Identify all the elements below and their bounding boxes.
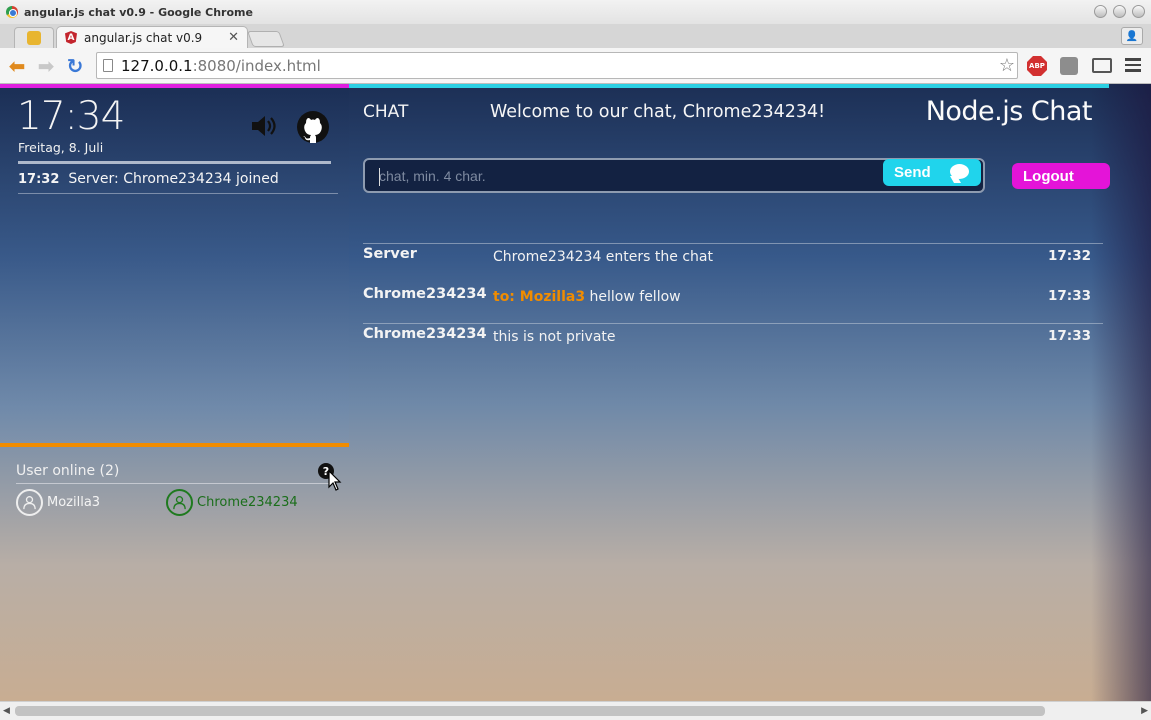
welcome-message: Welcome to our chat, Chrome234234! xyxy=(490,102,826,122)
chrome-logo-icon xyxy=(6,6,18,18)
system-message: 17:32 Server: Chrome234234 joined xyxy=(18,171,338,187)
logout-button-label: Logout xyxy=(1023,167,1074,185)
chat-section-label: CHAT xyxy=(363,102,409,122)
bookmark-star-icon[interactable]: ☆ xyxy=(999,55,1015,76)
scroll-right-icon[interactable]: ▶ xyxy=(1141,706,1148,716)
address-bar[interactable]: 127.0.0.1:8080/index.html ☆ xyxy=(96,52,1018,79)
page-icon xyxy=(103,59,113,72)
message-body: Chrome234234 enters the chat xyxy=(493,249,713,265)
scroll-left-icon[interactable]: ◀ xyxy=(3,706,10,716)
sound-icon[interactable] xyxy=(250,114,278,138)
brand-title: Node.js Chat xyxy=(925,96,1093,127)
users-online-panel: User online (2) ? Mozilla3 Chrome234234 xyxy=(16,463,341,516)
sidebar-accent-line xyxy=(0,84,349,88)
scrollbar-thumb[interactable] xyxy=(15,706,1045,716)
message-row: Server Chrome234234 enters the chat 17:3… xyxy=(363,243,1103,283)
message-text: to: Mozilla3 hellow fellow xyxy=(493,289,681,305)
system-message-text: Server: Chrome234234 joined xyxy=(68,171,279,187)
angular-favicon-icon: A xyxy=(65,31,77,44)
user-item-self[interactable]: Chrome234234 xyxy=(166,489,298,516)
cast-icon[interactable] xyxy=(1092,58,1112,73)
tab-active[interactable]: A angular.js chat v0.9 ✕ xyxy=(56,26,248,48)
message-time: 17:32 xyxy=(1048,248,1091,264)
back-arrow-icon[interactable]: ⬅ xyxy=(6,54,28,78)
reload-icon[interactable]: ↻ xyxy=(64,54,86,78)
sidebar-divider xyxy=(18,161,331,164)
message-row: Chrome234234 to: Mozilla3 hellow fellow … xyxy=(363,283,1103,323)
message-time: 17:33 xyxy=(1048,288,1091,304)
date: Freitag, 8. Juli xyxy=(18,140,104,155)
user-item[interactable]: Mozilla3 xyxy=(16,489,100,516)
message-time: 17:33 xyxy=(1048,328,1091,344)
tab-title: angular.js chat v0.9 xyxy=(84,30,203,45)
window-title: angular.js chat v0.9 - Google Chrome xyxy=(24,5,253,19)
send-button[interactable]: Send xyxy=(883,159,981,186)
minimize-button[interactable] xyxy=(1094,5,1107,18)
message-body: hellow fellow xyxy=(585,289,681,305)
tab-close-icon[interactable]: ✕ xyxy=(228,30,239,45)
profile-icon[interactable]: 👤 xyxy=(1121,27,1143,45)
main-accent-line xyxy=(349,84,1109,88)
message-list: Server Chrome234234 enters the chat 17:3… xyxy=(363,243,1103,363)
user-icon xyxy=(173,496,186,510)
forward-arrow-icon[interactable]: ➡ xyxy=(35,54,57,78)
tab-strip: A angular.js chat v0.9 ✕ 👤 xyxy=(0,24,1151,48)
user-name: Chrome234234 xyxy=(197,495,298,510)
logout-button[interactable]: Logout xyxy=(1012,163,1110,189)
adblock-plus-icon[interactable]: ABP xyxy=(1027,56,1047,76)
url-host: 127.0.0.1 xyxy=(121,56,193,75)
system-message-time: 17:32 xyxy=(18,172,60,187)
chat-main: CHAT Welcome to our chat, Chrome234234! … xyxy=(349,84,1110,701)
horizontal-scrollbar[interactable]: ◀ ▶ xyxy=(0,701,1151,720)
user-name: Mozilla3 xyxy=(47,495,101,510)
message-text: this is not private xyxy=(493,329,616,345)
new-tab-button[interactable] xyxy=(247,31,285,47)
window-titlebar: angular.js chat v0.9 - Google Chrome xyxy=(0,0,1151,24)
close-window-button[interactable] xyxy=(1132,5,1145,18)
sidebar-orange-line xyxy=(0,443,349,447)
pinned-tab-favicon-icon xyxy=(27,31,41,45)
extension-icon[interactable] xyxy=(1060,57,1078,75)
window-controls xyxy=(1094,5,1145,18)
message-row: Chrome234234 this is not private 17:33 xyxy=(363,323,1103,363)
chrome-menu-icon[interactable] xyxy=(1125,57,1141,73)
mouse-cursor-icon xyxy=(328,470,342,491)
message-sender[interactable]: Chrome234234 xyxy=(363,286,487,302)
message-sender[interactable]: Server xyxy=(363,246,417,262)
pinned-tab[interactable] xyxy=(14,27,54,48)
speech-bubble-icon xyxy=(950,164,969,179)
text-caret xyxy=(379,168,380,186)
github-icon[interactable] xyxy=(296,110,330,144)
users-online-heading: User online (2) xyxy=(16,463,120,479)
message-sender[interactable]: Chrome234234 xyxy=(363,326,487,342)
user-icon xyxy=(23,496,36,510)
page-viewport: 17:34 Freitag, 8. Juli 17:32 Server: Chro… xyxy=(0,84,1151,701)
url-path: :8080/index.html xyxy=(192,56,321,75)
send-button-label: Send xyxy=(894,164,931,181)
sidebar: 17:34 Freitag, 8. Juli 17:32 Server: Chro… xyxy=(0,84,349,447)
maximize-button[interactable] xyxy=(1113,5,1126,18)
avatar xyxy=(16,489,43,516)
message-body: this is not private xyxy=(493,329,616,345)
message-text: Chrome234234 enters the chat xyxy=(493,249,713,265)
clock: 17:34 xyxy=(17,94,125,139)
browser-toolbar: ⬅ ➡ ↻ 127.0.0.1:8080/index.html ☆ xyxy=(0,48,1151,84)
avatar xyxy=(166,489,193,516)
chat-input[interactable] xyxy=(367,162,867,189)
message-recipient[interactable]: to: Mozilla3 xyxy=(493,289,585,305)
